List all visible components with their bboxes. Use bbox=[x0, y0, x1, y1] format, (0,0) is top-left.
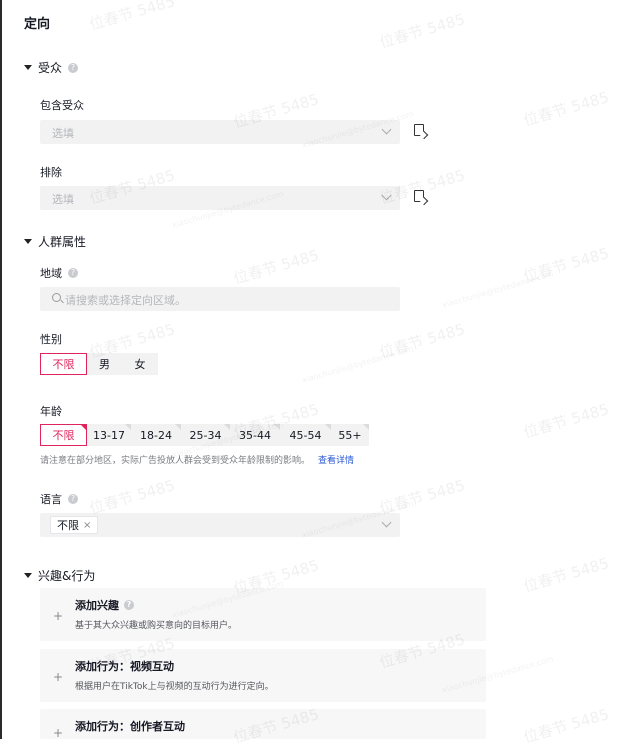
age-option-label: 35-44 bbox=[239, 428, 271, 442]
search-icon bbox=[52, 293, 61, 302]
watermark: 位春节 5485 bbox=[521, 705, 611, 747]
age-option-18-24[interactable]: 18-24 bbox=[131, 424, 181, 446]
region-label: 地域 ? bbox=[40, 265, 78, 281]
section-audience-title: 受众 bbox=[38, 61, 63, 75]
age-option-55-plus[interactable]: 55+ bbox=[331, 424, 369, 446]
age-option-13-17[interactable]: 13-17 bbox=[87, 424, 131, 446]
card-title: 添加行为：创作者互动 bbox=[75, 718, 185, 734]
watermark: 位春节 5485 bbox=[521, 554, 611, 596]
watermark-small: xiaochunjie@bytedance.com bbox=[300, 344, 415, 385]
watermark: 位春节 5485 bbox=[231, 246, 321, 288]
region-label-text: 地域 bbox=[40, 267, 62, 280]
age-hint: 请注意在部分地区，实际广告投放人群会受到受众年龄限制的影响。 查看详情 bbox=[40, 453, 354, 466]
include-audience-placeholder: 选填 bbox=[52, 127, 74, 140]
age-option-label: 不限 bbox=[52, 429, 75, 442]
gender-option-label: 不限 bbox=[52, 358, 75, 371]
age-option-45-54[interactable]: 45-54 bbox=[280, 424, 331, 446]
help-icon[interactable]: ? bbox=[68, 62, 79, 73]
upload-file-icon[interactable] bbox=[414, 190, 424, 202]
gender-label: 性别 bbox=[40, 333, 62, 346]
plus-icon: + bbox=[53, 670, 64, 684]
include-audience-select[interactable]: 选填 bbox=[40, 120, 400, 144]
include-audience-label: 包含受众 bbox=[40, 99, 84, 112]
plus-icon: + bbox=[53, 609, 64, 623]
gender-option-label: 女 bbox=[134, 358, 146, 371]
card-description: 基于其大众兴趣或购买意向的目标用户。 bbox=[75, 621, 238, 631]
region-search-placeholder: 请搜索或选择定向区域。 bbox=[65, 294, 186, 307]
age-option-label: 55+ bbox=[338, 428, 362, 442]
age-option-label: 18-24 bbox=[140, 428, 172, 442]
caret-down-icon bbox=[24, 573, 32, 578]
age-option-25-34[interactable]: 25-34 bbox=[181, 424, 230, 446]
help-icon[interactable]: ? bbox=[68, 494, 78, 504]
gender-selector: 不限 男 女 bbox=[40, 353, 158, 375]
gender-option-any[interactable]: 不限 bbox=[40, 353, 87, 375]
close-icon[interactable]: × bbox=[83, 520, 91, 531]
language-select[interactable]: 不限 × bbox=[40, 513, 400, 537]
watermark: 位春节 5485 bbox=[87, 0, 177, 34]
language-label-text: 语言 bbox=[40, 493, 62, 506]
chevron-down-icon bbox=[381, 124, 392, 135]
watermark: 位春节 5485 bbox=[521, 244, 611, 286]
help-icon[interactable]: ? bbox=[124, 600, 134, 610]
age-option-label: 45-54 bbox=[289, 428, 322, 442]
upload-file-icon[interactable] bbox=[414, 124, 424, 136]
language-tag-label: 不限 bbox=[57, 519, 79, 532]
corner-mark-icon bbox=[363, 424, 369, 430]
selected-corner-icon bbox=[80, 424, 87, 431]
age-option-label: 25-34 bbox=[189, 428, 222, 442]
chevron-down-icon bbox=[381, 517, 392, 528]
age-option-35-44[interactable]: 35-44 bbox=[230, 424, 280, 446]
section-interests-title: 兴趣&行为 bbox=[38, 569, 96, 583]
age-hint-link[interactable]: 查看详情 bbox=[318, 456, 354, 466]
left-edge-bar bbox=[0, 0, 2, 739]
section-demographics-toggle[interactable]: 人群属性 bbox=[24, 233, 86, 250]
chevron-down-icon bbox=[381, 190, 392, 201]
plus-icon: + bbox=[53, 726, 64, 740]
watermark: 位春节 5485 bbox=[377, 320, 467, 362]
caret-down-icon bbox=[24, 239, 32, 244]
card-title-text: 添加行为：创作者互动 bbox=[75, 720, 185, 733]
card-title-text: 添加行为：视频互动 bbox=[75, 660, 174, 673]
age-option-any[interactable]: 不限 bbox=[40, 424, 87, 446]
card-title: 添加行为：视频互动 bbox=[75, 658, 174, 674]
watermark: 位春节 5485 bbox=[521, 400, 611, 442]
gender-option-label: 男 bbox=[99, 358, 110, 371]
card-title: 添加兴趣 ? bbox=[75, 597, 134, 613]
exclude-audience-placeholder: 选填 bbox=[52, 193, 74, 206]
age-selector: 不限 13-17 18-24 25-34 35-44 45-54 55+ bbox=[40, 424, 369, 446]
exclude-audience-select[interactable]: 选填 bbox=[40, 186, 400, 210]
region-search-input[interactable]: 请搜索或选择定向区域。 bbox=[40, 287, 400, 311]
gender-option-male[interactable]: 男 bbox=[87, 353, 122, 375]
age-option-label: 13-17 bbox=[93, 428, 125, 442]
watermark: 位春节 5485 bbox=[377, 10, 467, 52]
add-interest-card[interactable]: + 添加兴趣 ? 基于其大众兴趣或购买意向的目标用户。 bbox=[40, 588, 486, 641]
card-title-text: 添加兴趣 bbox=[75, 599, 119, 612]
watermark-small: xiaochunjie@bytedance.com bbox=[440, 269, 555, 310]
help-icon[interactable]: ? bbox=[68, 268, 78, 278]
card-description: 根据用户在TikTok上与视频的互动行为进行定向。 bbox=[75, 682, 274, 692]
caret-down-icon bbox=[24, 65, 32, 70]
watermark: 位春节 5485 bbox=[521, 88, 611, 130]
exclude-audience-label: 排除 bbox=[40, 166, 62, 179]
page-title: 定向 bbox=[24, 17, 51, 32]
age-hint-text: 请注意在部分地区，实际广告投放人群会受到受众年龄限制的影响。 bbox=[40, 456, 311, 466]
add-video-interaction-card[interactable]: + 添加行为：视频互动 根据用户在TikTok上与视频的互动行为进行定向。 bbox=[40, 649, 486, 702]
age-label: 年龄 bbox=[40, 405, 62, 418]
language-tag: 不限 × bbox=[50, 516, 99, 534]
add-creator-interaction-card[interactable]: + 添加行为：创作者互动 bbox=[40, 709, 486, 740]
section-interests-toggle[interactable]: 兴趣&行为 bbox=[24, 567, 95, 584]
language-label: 语言 ? bbox=[40, 491, 78, 507]
section-demographics-title: 人群属性 bbox=[38, 235, 87, 249]
gender-option-female[interactable]: 女 bbox=[122, 353, 158, 375]
section-audience-toggle[interactable]: 受众 ? bbox=[24, 59, 79, 76]
